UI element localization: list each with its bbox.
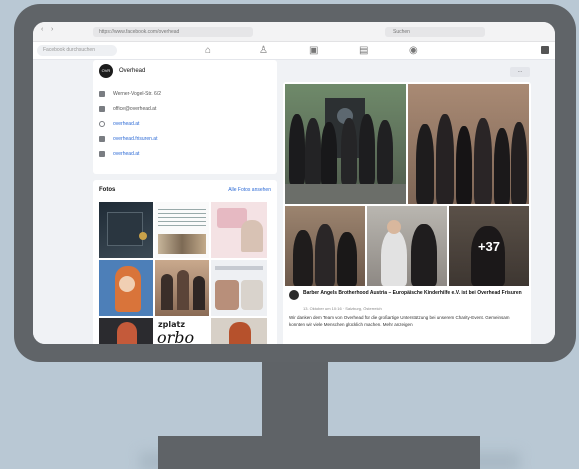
- link-icon: [99, 151, 105, 157]
- globe-icon: [99, 121, 105, 127]
- page-more-button[interactable]: ···: [510, 67, 530, 77]
- photos-title: Fotos: [99, 187, 116, 193]
- photo-thumb[interactable]: [211, 318, 267, 344]
- post-photo-2[interactable]: [367, 206, 447, 286]
- browser-search-field[interactable]: Suchen: [385, 27, 485, 37]
- marketplace-icon[interactable]: ▤: [359, 44, 368, 58]
- address-bar[interactable]: https://www.facebook.com/overhead: [93, 27, 253, 37]
- post-text: Wir danken dem Team von Overhead für die…: [289, 315, 510, 327]
- info-link-text[interactable]: overhead.at: [113, 151, 139, 157]
- intro-card: OVR Overhead Werner-Vogel-Str. 6/2 offic…: [93, 60, 277, 174]
- photo-thumb[interactable]: [99, 260, 153, 316]
- friends-icon[interactable]: ♙: [259, 44, 268, 58]
- info-row-link[interactable]: overhead.at: [99, 150, 139, 158]
- info-row-instagram[interactable]: overhead.frisuren.at: [99, 135, 157, 143]
- info-row-email[interactable]: office@overhead.at: [99, 105, 156, 113]
- info-address-text: Werner-Vogel-Str. 6/2: [113, 91, 161, 97]
- photo-thumb[interactable]: [155, 260, 209, 316]
- post-card: +37 Barber Angels Brotherhood Austria – …: [283, 82, 531, 344]
- email-icon: [99, 106, 105, 112]
- menu-icon[interactable]: [541, 46, 549, 54]
- post-photo-more[interactable]: +37: [449, 206, 529, 286]
- photo-thumb[interactable]: [211, 260, 267, 316]
- info-email-text[interactable]: office@overhead.at: [113, 106, 156, 112]
- page-name[interactable]: Overhead: [119, 68, 145, 74]
- info-row-address: Werner-Vogel-Str. 6/2: [99, 90, 161, 98]
- see-all-photos-link[interactable]: Alle Fotos ansehen: [228, 187, 271, 193]
- photo-thumb[interactable]: [155, 202, 209, 258]
- photos-card: Fotos Alle Fotos ansehen zplatz orbo: [93, 180, 277, 344]
- post-photo-team[interactable]: [408, 84, 529, 204]
- photo-thumb[interactable]: [211, 202, 267, 258]
- photo-thumb[interactable]: [99, 318, 153, 344]
- post-date[interactable]: 13. Oktober um 10:16 · Salzburg, Österre…: [303, 306, 382, 311]
- page-logo[interactable]: OVR: [99, 64, 113, 78]
- facebook-navbar: Facebook durchsuchen ⌂ ♙ ▣ ▤ ◉: [33, 42, 555, 60]
- back-button[interactable]: ‹: [41, 26, 43, 33]
- thumb-caption-large: orbo: [157, 328, 195, 344]
- instagram-icon: [99, 136, 105, 142]
- post-photo-group[interactable]: [285, 84, 406, 204]
- post-author[interactable]: Barber Angels Brotherhood Austria – Euro…: [303, 290, 523, 297]
- photo-thumb[interactable]: zplatz orbo: [155, 318, 209, 344]
- home-icon[interactable]: ⌂: [205, 44, 211, 58]
- browser-toolbar: ‹ › https://www.facebook.com/overhead Su…: [33, 22, 555, 42]
- page-content: OVR Overhead Werner-Vogel-Str. 6/2 offic…: [33, 60, 555, 344]
- monitor-stand-base: [158, 436, 480, 469]
- watch-icon[interactable]: ▣: [309, 44, 318, 58]
- more-photos-count[interactable]: +37: [449, 206, 529, 286]
- author-avatar[interactable]: [289, 290, 299, 300]
- location-icon: [99, 91, 105, 97]
- info-row-website[interactable]: overhead.at: [99, 120, 139, 128]
- photo-thumb[interactable]: [99, 202, 153, 258]
- facebook-search-input[interactable]: Facebook durchsuchen: [37, 45, 117, 56]
- post-photo-1[interactable]: [285, 206, 365, 286]
- forward-button[interactable]: ›: [51, 26, 53, 33]
- groups-icon[interactable]: ◉: [409, 44, 418, 58]
- monitor-screen: ‹ › https://www.facebook.com/overhead Su…: [33, 22, 555, 344]
- info-instagram-link[interactable]: overhead.frisuren.at: [113, 136, 157, 142]
- page-header: OVR Overhead: [99, 64, 145, 78]
- info-website-link[interactable]: overhead.at: [113, 121, 139, 127]
